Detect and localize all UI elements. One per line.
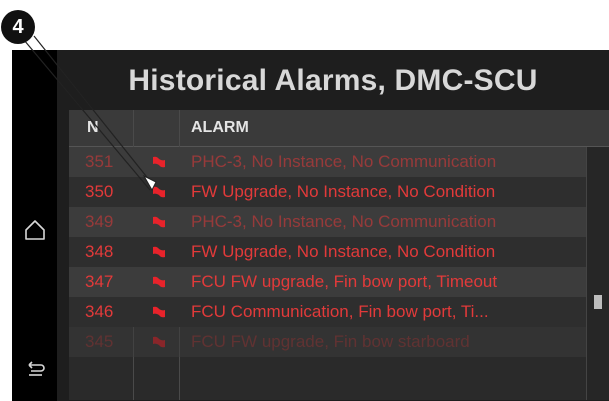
nav-bar bbox=[12, 50, 57, 401]
column-header-nr[interactable]: N bbox=[87, 110, 99, 146]
alarm-table: N ALARM 351 PHC-3, No Instance, No Commun… bbox=[69, 110, 609, 400]
alarm-description: FW Upgrade, No Instance, No Condition bbox=[191, 242, 496, 261]
display-device: Historical Alarms, DMC-SCU N ALARM 351 PH… bbox=[12, 50, 609, 401]
column-header-alarm[interactable]: ALARM bbox=[191, 110, 249, 146]
table-row[interactable]: 350 FW Upgrade, No Instance, No Condition bbox=[69, 177, 587, 207]
alarm-description: FCU FW upgrade, Fin bow port, Timeout bbox=[191, 272, 498, 291]
scroll-thumb[interactable] bbox=[594, 295, 602, 309]
table-row[interactable]: 346 FCU Communication, Fin bow port, Ti..… bbox=[69, 297, 587, 327]
table-row[interactable]: 347 FCU FW upgrade, Fin bow port, Timeout bbox=[69, 267, 587, 297]
table-header: N ALARM bbox=[69, 110, 609, 147]
alarm-flag-icon bbox=[153, 306, 165, 318]
alarm-number: 349 bbox=[85, 212, 114, 231]
alarm-flag-icon bbox=[153, 336, 165, 348]
alarm-flag-icon bbox=[153, 186, 165, 198]
alarm-screen: Historical Alarms, DMC-SCU N ALARM 351 PH… bbox=[57, 50, 609, 401]
home-outline-icon bbox=[24, 220, 45, 240]
alarm-list: 351 PHC-3, No Instance, No Communication 3… bbox=[69, 147, 587, 400]
alarm-flag-icon bbox=[153, 156, 165, 168]
alarm-number: 348 bbox=[85, 242, 114, 261]
back-arrow-icon bbox=[27, 361, 45, 376]
alarm-description: PHC-3, No Instance, No Communication bbox=[191, 212, 497, 231]
alarm-flag-icon bbox=[153, 216, 165, 228]
back-button[interactable] bbox=[12, 350, 57, 390]
scrollbar[interactable] bbox=[586, 147, 609, 400]
page-title: Historical Alarms, DMC-SCU bbox=[128, 64, 538, 97]
table-row[interactable]: 345 FCU FW upgrade, Fin bow starboard bbox=[69, 327, 587, 357]
alarm-number: 347 bbox=[85, 272, 114, 291]
alarm-description: FCU FW upgrade, Fin bow starboard bbox=[191, 332, 470, 351]
alarm-flag-icon bbox=[153, 246, 165, 258]
alarm-number: 350 bbox=[85, 182, 114, 201]
alarm-number: 345 bbox=[85, 332, 114, 351]
table-row[interactable]: 349 PHC-3, No Instance, No Communication bbox=[69, 207, 587, 237]
alarm-number: 351 bbox=[85, 152, 114, 171]
table-row[interactable]: 348 FW Upgrade, No Instance, No Condition bbox=[69, 237, 587, 267]
alarm-flag-icon bbox=[153, 276, 165, 288]
alarm-description: FW Upgrade, No Instance, No Condition bbox=[191, 182, 496, 201]
table-row[interactable]: 351 PHC-3, No Instance, No Communication bbox=[69, 147, 587, 177]
home-button[interactable] bbox=[12, 210, 57, 250]
alarm-description: PHC-3, No Instance, No Communication bbox=[191, 152, 497, 171]
alarm-number: 346 bbox=[85, 302, 114, 321]
callout-badge: 4 bbox=[1, 10, 35, 44]
alarm-description: FCU Communication, Fin bow port, Ti... bbox=[191, 302, 489, 321]
